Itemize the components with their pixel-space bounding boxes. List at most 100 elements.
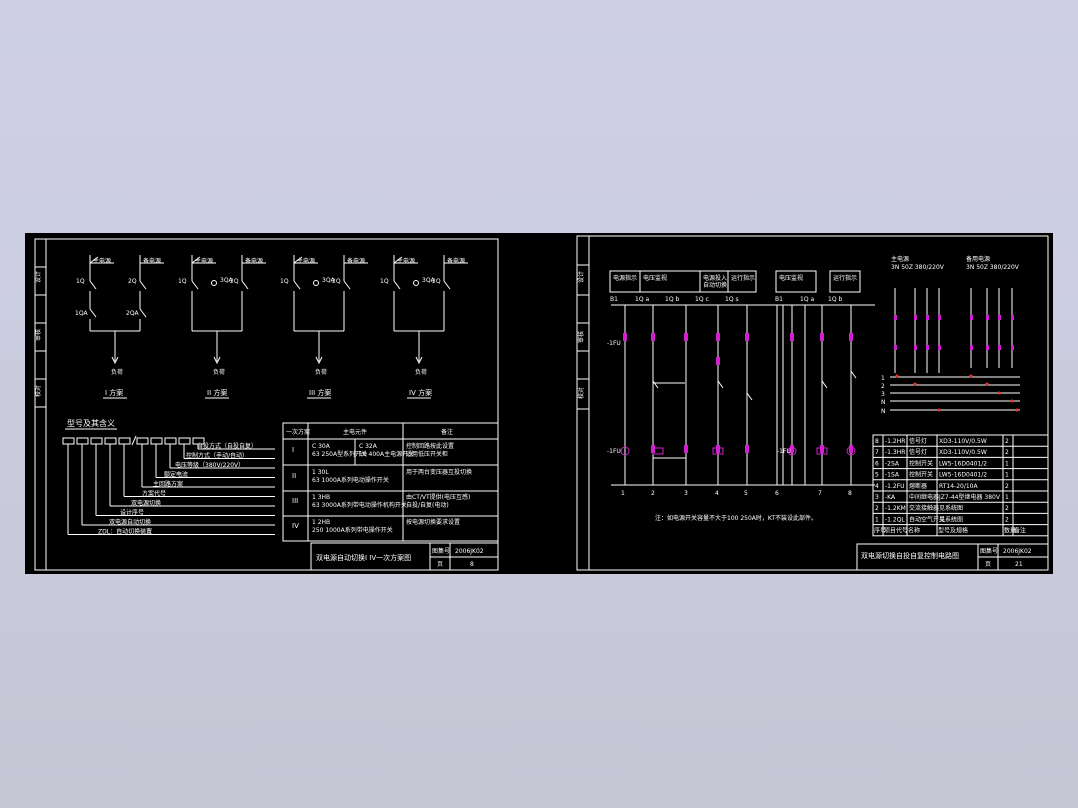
parts-cell: -1.2QL [885,516,905,523]
junction-dot [969,374,973,378]
parts-cell: -KA [885,494,896,501]
right-title-label-a: 图集号 [980,547,998,555]
contact-mark [1011,315,1014,320]
breaker-symbol [413,280,419,286]
switch-label: 3QA [220,277,234,284]
bus-label: 1Q b [828,296,842,303]
contact-mark [1011,345,1014,350]
junction-dot [997,391,1001,395]
code-item: 自投方式（自投自复） [197,442,257,450]
contact-mark [623,333,627,341]
contact-mark [790,333,794,341]
table-cell: C 32A [359,443,378,450]
table-cell: I [292,446,294,454]
source-label: 备电源 [245,257,263,265]
source-label: 主电源 [397,257,415,265]
bus-label: 1Q a [800,296,814,303]
parts-cell: 信号灯 [909,437,927,445]
parts-cell: 熔断器 [909,482,927,490]
code-items: 自投方式（自投自复） 控制方式（手动/自动）电压等级（380V/220V） 额定电流… [67,442,275,536]
bus-tag: N [881,408,886,415]
contact-mark [745,333,749,341]
header-cell-label: 运行指示 [833,274,857,282]
wire [343,280,351,290]
parts-cell: XD3-110V/0.5W [939,449,987,456]
bus-tag: N [881,399,886,406]
table-cell: 自投/自复(电动) [406,501,449,509]
wire [131,435,137,446]
scheme-4: 主电源 备电源1Q 2Q3QA负荷IV 方案 [380,255,468,399]
table-cell: 63 3000A系列带电动操作机构开关 [312,501,407,509]
junction-dot [1010,399,1014,403]
scheme-diagrams: 主电源 备电源1Q 2Q1QA 2QA负荷I 方案主电源 备电源1Q 2Q3QA负荷II … [75,255,468,399]
table-cell: 控制回路按此设置 [406,442,454,450]
control-header-cells: 电源指示 电压监视 电源投入自动切换运行指示 电压监视 运行指示B1 1Q a 1Q b 1Q… [609,270,861,303]
parts-cell: 1 [1005,460,1009,467]
contact-mark [849,445,853,453]
parts-cell: 见系统图 [939,515,963,523]
parts-cell: -1.3HR [885,449,905,456]
contact-mark [716,445,720,453]
header-cell-label: 电压监视 [779,274,803,282]
bus-tag: 2 [881,383,885,390]
contact-mark [938,315,941,320]
circuit-number: 4 [715,490,719,497]
parts-cell: 2 [1005,449,1009,456]
switch-label: 1Q [178,278,187,285]
switch-label: 3QA [422,277,436,284]
parts-header: 名称 [908,527,920,535]
right-title-block: 双电源切换自投自复控制电路图 图集号 2006JK02 页 21 [856,543,1049,571]
parts-cell: 见系统图 [939,504,963,512]
parts-cell: XD3-110V/0.5W [939,438,987,445]
switch-label: 1Q [380,278,389,285]
control-circuit: 1 2 3 4 5 6 7 8 -1FU -1FU -1FU [607,304,875,497]
breaker-symbol [313,280,319,286]
code-box [150,437,163,445]
contact-mark [820,445,824,453]
table-cell: 1 2HB [312,519,330,526]
supply-label: 3N 50Z 380/220V [966,264,1020,271]
parts-cell: 8 [875,438,879,445]
parts-cell: 4 [875,483,879,490]
circuit-number: 6 [775,490,779,497]
parts-cell: 控制开关 [909,471,933,479]
code-item: 方案代号 [142,490,166,498]
parts-cell: 2 [1005,505,1009,512]
scheme-1: 主电源 备电源 1Q 2Q 1QA 2QA 负荷 I 方案 [75,255,164,399]
load-label: 负荷 [315,368,327,376]
junction-dot [985,382,989,386]
parts-table: 8 -1.2HR 信号灯 XD3-110V/0.5W 2 7 -1.3HR 信号灯 XD3-11… [872,434,1049,537]
contact-mark [986,345,989,350]
bus-label: 1Q c [695,296,709,303]
contact-mark [926,315,929,320]
parts-header: 项目代号 [884,527,908,535]
switch-label: 1QA [75,310,89,317]
contact-mark [970,315,973,320]
cad-viewport[interactable]: 设计 审核 校对 主电源 备电源 1Q 2Q 1QA 2QA 负荷 I 方案 主电源 备电源 1Q 2… [25,233,1053,574]
code-box [104,437,117,445]
left-side-label: 校对 [34,385,42,397]
parts-cell: 1 [875,516,879,523]
switch-label: 1Q [280,278,289,285]
table-header: 一次方案 [286,428,310,436]
supply-label: 备用电源 [966,255,990,263]
code-item: 控制方式（手动/自动） [186,452,248,460]
table-cell: 用于两台变压器互投切换 [406,468,472,476]
switch-contact [746,392,753,401]
right-side-label: 审核 [577,331,585,343]
contact-mark [684,445,688,453]
header-cell-label: 自动切换 [703,281,727,289]
source-label: 主电源 [297,257,315,265]
circuit-number: 2 [651,490,655,497]
code-box [164,437,177,445]
circuit-number: 3 [684,490,688,497]
wire [393,280,401,290]
breaker-symbol [211,280,217,286]
code-box [118,437,131,445]
left-sheet: 设计 审核 校对 主电源 备电源 1Q 2Q 1QA 2QA 负荷 I 方案 主电源 备电源 1Q 2… [34,238,499,571]
table-cell: IV [292,522,299,530]
parts-header: 备注 [1014,527,1026,535]
source-label: 主电源 [93,257,111,265]
header-cell-label: 电压监视 [643,274,667,282]
code-box [90,437,103,445]
